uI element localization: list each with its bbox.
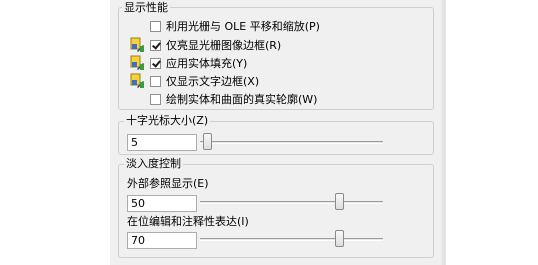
checkbox-row-true-silhouettes[interactable]: 绘制实体和曲面的真实轮廓(W) (150, 91, 317, 107)
crosshair-size-legend: 十字光标大小(Z) (124, 114, 211, 127)
xref-display-slider-thumb[interactable] (335, 193, 344, 210)
xref-display-input[interactable]: 50 (127, 195, 197, 212)
checkbox-label: 仅显示文字边框(X) (166, 75, 260, 88)
checkbox-row-text-boundary[interactable]: 仅显示文字边框(X) (150, 73, 259, 89)
panel-divider (442, 0, 446, 265)
checkbox-true-silhouettes[interactable] (150, 93, 161, 105)
checkbox-solid-fill[interactable] (150, 57, 161, 69)
checkbox-row-solid-fill[interactable]: 应用实体填充(Y) (150, 55, 247, 71)
checkbox-label: 绘制实体和曲面的真实轮廓(W) (166, 93, 318, 106)
display-performance-legend: 显示性能 (122, 1, 170, 14)
drawing-file-icon (130, 55, 144, 70)
checkbox-label: 利用光栅与 OLE 平移和缩放(P) (166, 20, 320, 33)
checkbox-row-raster-ole-pan-zoom[interactable]: 利用光栅与 OLE 平移和缩放(P) (150, 18, 320, 34)
xref-display-label: 外部参照显示(E) (127, 177, 209, 190)
xref-display-slider-track[interactable] (200, 201, 383, 204)
inplace-edit-label: 在位编辑和注释性表达(I) (127, 215, 249, 228)
drawing-file-icon (130, 37, 144, 52)
inplace-edit-slider-track[interactable] (200, 238, 383, 241)
inplace-edit-input[interactable]: 70 (127, 232, 197, 249)
checkbox-highlight-raster-frame[interactable] (150, 39, 161, 51)
crosshair-size-input[interactable]: 5 (127, 134, 197, 151)
drawing-file-icon (130, 73, 144, 88)
checkbox-raster-ole-pan-zoom[interactable] (150, 20, 161, 32)
fade-control-legend: 淡入度控制 (124, 157, 183, 170)
crosshair-size-slider-track[interactable] (200, 141, 383, 144)
checkbox-row-highlight-raster-frame[interactable]: 仅亮显光栅图像边框(R) (150, 37, 281, 53)
checkbox-label: 应用实体填充(Y) (166, 57, 248, 70)
checkbox-text-boundary[interactable] (150, 75, 161, 87)
crosshair-size-slider-thumb[interactable] (203, 133, 212, 150)
inplace-edit-slider-thumb[interactable] (335, 230, 344, 247)
checkbox-label: 仅亮显光栅图像边框(R) (166, 39, 282, 52)
